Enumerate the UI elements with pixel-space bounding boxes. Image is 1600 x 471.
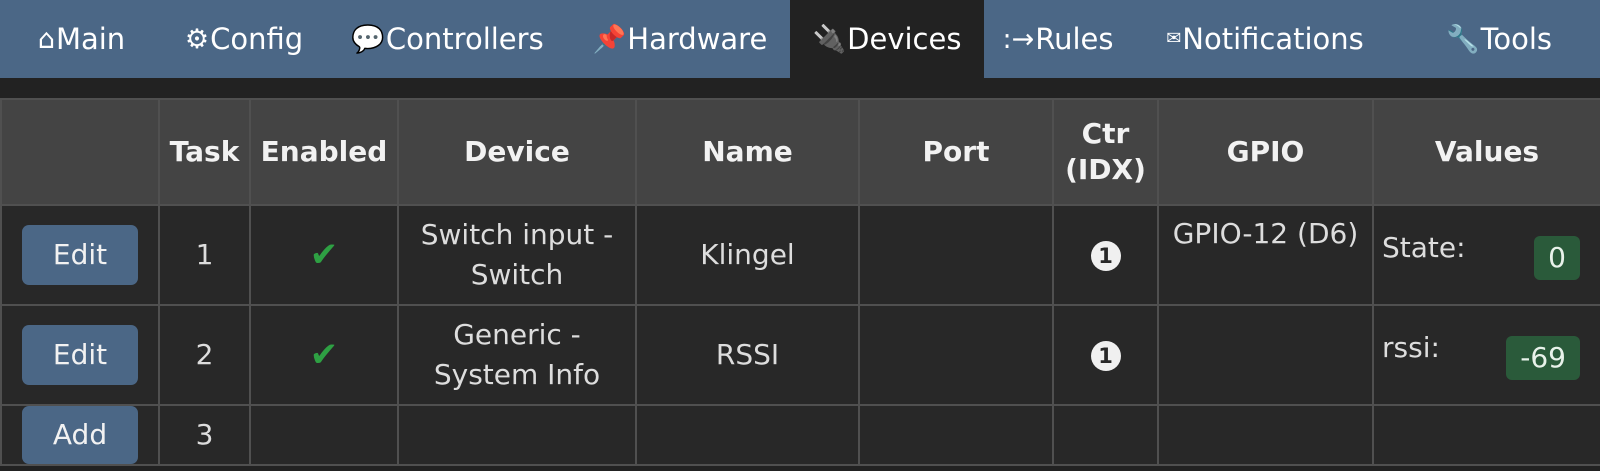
- table-row: Edit 1 ✔ Switch input - Switch Klingel 1…: [0, 204, 1600, 306]
- table-header-row: Task Enabled Device Name Port Ctr (IDX) …: [0, 98, 1600, 206]
- table-row: Edit 2 ✔ Generic - System Info RSSI 1 rs…: [0, 304, 1600, 406]
- name-cell: Klingel: [635, 204, 860, 306]
- values-cell: [1372, 404, 1600, 466]
- enabled-cell: ✔: [249, 204, 399, 306]
- header-enabled: Enabled: [249, 98, 399, 206]
- header-ctr-line2: (IDX): [1065, 153, 1146, 186]
- tab-config-label: Config: [210, 22, 304, 56]
- header-gpio: GPIO: [1157, 98, 1374, 206]
- plug-icon: 🔌: [812, 23, 847, 55]
- controller-badge: 1: [1090, 241, 1121, 272]
- tab-config[interactable]: ⚙ Config: [163, 0, 325, 78]
- values-cell: rssi: -69: [1372, 304, 1600, 406]
- header-ctr-idx: Ctr (IDX): [1052, 98, 1159, 206]
- task-cell: 1: [158, 204, 251, 306]
- tab-controllers[interactable]: 💬 Controllers: [325, 0, 570, 78]
- device-cell: Switch input - Switch: [397, 204, 637, 306]
- tab-rules[interactable]: :→ Rules: [984, 0, 1132, 78]
- enabled-cell: ✔: [249, 304, 399, 406]
- name-cell: [635, 404, 860, 466]
- gpio-cell: [1157, 304, 1374, 406]
- port-cell: [858, 304, 1054, 406]
- header-ctr-line1: Ctr: [1081, 116, 1130, 150]
- checkmark-icon: ✔: [309, 234, 339, 275]
- value-label: State:: [1382, 231, 1466, 264]
- tab-main-label: Main: [55, 22, 126, 56]
- device-line2: Switch: [470, 258, 564, 291]
- name-cell: RSSI: [635, 304, 860, 406]
- header-name: Name: [635, 98, 860, 206]
- action-cell: Edit: [0, 204, 160, 306]
- device-cell: [397, 404, 637, 466]
- ctr-cell: [1052, 404, 1159, 466]
- gpio-cell: GPIO-12 (D6): [1157, 204, 1374, 306]
- controller-badge: 1: [1090, 341, 1121, 372]
- device-line2: System Info: [433, 358, 601, 391]
- tab-tools[interactable]: 🔧 Tools: [1398, 0, 1600, 78]
- pushpin-icon: 📌: [592, 23, 627, 55]
- home-icon: ⌂: [37, 23, 55, 55]
- header-task: Task: [158, 98, 251, 206]
- edit-button[interactable]: Edit: [22, 225, 138, 285]
- device-cell: Generic - System Info: [397, 304, 637, 406]
- tab-controllers-label: Controllers: [385, 22, 544, 56]
- values-cell: State: 0: [1372, 204, 1600, 306]
- header-action: [0, 98, 160, 206]
- top-nav: ⌂ Main ⚙ Config 💬 Controllers 📌 Hardware…: [0, 0, 1600, 78]
- action-cell: Add: [0, 404, 160, 466]
- task-cell: 2: [158, 304, 251, 406]
- envelope-icon: ✉: [1166, 28, 1182, 49]
- gpio-cell: [1157, 404, 1374, 466]
- nav-separator: [0, 78, 1600, 98]
- tab-devices-label: Devices: [847, 22, 962, 56]
- table-row-add: Add 3: [0, 404, 1600, 466]
- value-badge: -69: [1506, 336, 1580, 380]
- enabled-cell: [249, 404, 399, 466]
- tab-rules-label: Rules: [1035, 22, 1114, 56]
- tab-main[interactable]: ⌂ Main: [0, 0, 163, 78]
- rules-arrow-icon: :→: [1002, 23, 1035, 55]
- task-cell: 3: [158, 404, 251, 466]
- port-cell: [858, 404, 1054, 466]
- tab-devices[interactable]: 🔌 Devices: [790, 0, 984, 78]
- tab-hardware[interactable]: 📌 Hardware: [570, 0, 790, 78]
- header-device: Device: [397, 98, 637, 206]
- header-port: Port: [858, 98, 1054, 206]
- action-cell: Edit: [0, 304, 160, 406]
- ctr-cell: 1: [1052, 204, 1159, 306]
- checkmark-icon: ✔: [309, 334, 339, 375]
- gear-icon: ⚙: [184, 23, 210, 55]
- device-line1: Generic -: [453, 318, 581, 352]
- device-line1: Switch input -: [420, 218, 614, 252]
- add-button[interactable]: Add: [22, 406, 138, 464]
- header-values: Values: [1372, 98, 1600, 206]
- ctr-cell: 1: [1052, 304, 1159, 406]
- tab-hardware-label: Hardware: [627, 22, 768, 56]
- value-label: rssi:: [1382, 331, 1440, 364]
- edit-button[interactable]: Edit: [22, 325, 138, 385]
- port-cell: [858, 204, 1054, 306]
- speech-bubble-icon: 💬: [351, 23, 385, 55]
- value-badge: 0: [1534, 236, 1580, 280]
- devices-table: Task Enabled Device Name Port Ctr (IDX) …: [0, 98, 1600, 466]
- tab-tools-label: Tools: [1480, 22, 1553, 56]
- tab-notifications[interactable]: ✉ Notifications: [1132, 0, 1398, 78]
- tab-notifications-label: Notifications: [1182, 22, 1364, 56]
- wrench-icon: 🔧: [1445, 23, 1480, 55]
